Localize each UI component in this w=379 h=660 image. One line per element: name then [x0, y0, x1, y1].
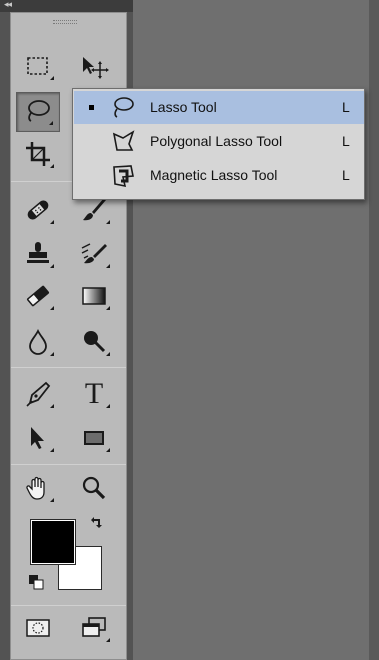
flyout-item-lasso[interactable]: Lasso Tool L	[74, 91, 364, 124]
hand-tool[interactable]	[16, 468, 60, 508]
selected-bullet-icon	[89, 105, 94, 110]
flyout-item-shortcut: L	[342, 133, 350, 149]
flyout-item-polygonal-lasso[interactable]: Polygonal Lasso Tool L	[74, 125, 364, 158]
flyout-item-magnetic-lasso[interactable]: Magnetic Lasso Tool L	[74, 159, 364, 192]
quick-mask-tool[interactable]	[16, 608, 60, 648]
zoom-icon	[82, 476, 106, 500]
panel-grip[interactable]	[53, 20, 77, 24]
type-tool[interactable]: T	[72, 374, 116, 414]
move-icon	[83, 57, 109, 79]
lasso-icon	[114, 97, 134, 118]
separator	[11, 464, 126, 465]
separator	[11, 605, 126, 606]
lasso-tool[interactable]	[16, 92, 60, 132]
blur-tool[interactable]	[16, 322, 60, 362]
zoom-tool[interactable]	[72, 468, 116, 508]
type-icon: T	[84, 377, 104, 410]
default-colors-icon[interactable]	[28, 574, 44, 590]
flyout-item-label: Magnetic Lasso Tool	[150, 167, 278, 183]
swap-colors-icon[interactable]	[88, 514, 106, 532]
rectangle-tool[interactable]	[72, 418, 116, 458]
separator	[11, 367, 126, 368]
polygonal-lasso-icon	[112, 130, 135, 151]
dodge-tool[interactable]	[72, 322, 116, 362]
panel-header[interactable]: ◂◂	[0, 0, 133, 12]
foreground-color-swatch[interactable]	[30, 519, 76, 565]
eraser-tool[interactable]	[16, 276, 60, 316]
collapse-arrows-icon[interactable]: ◂◂	[4, 0, 12, 10]
screen-mode-tool[interactable]	[72, 608, 116, 648]
lasso-tools-flyout: Lasso Tool L Polygonal Lasso Tool L Magn…	[72, 88, 365, 200]
flyout-item-shortcut: L	[342, 167, 350, 183]
gradient-tool[interactable]	[72, 276, 116, 316]
spot-healing-tool[interactable]	[16, 190, 60, 230]
flyout-item-label: Polygonal Lasso Tool	[150, 133, 283, 149]
flyout-item-label: Lasso Tool	[150, 99, 217, 115]
path-selection-tool[interactable]	[16, 418, 60, 458]
magnetic-lasso-icon	[113, 165, 134, 188]
right-panel-edge	[369, 0, 379, 660]
history-brush-tool[interactable]	[72, 234, 116, 274]
crop-tool[interactable]	[16, 134, 60, 174]
pen-tool[interactable]	[16, 374, 60, 414]
move-tool[interactable]	[72, 46, 116, 86]
quick-mask-icon	[26, 619, 50, 637]
flyout-item-shortcut: L	[342, 99, 350, 115]
rect-marquee-tool[interactable]	[16, 46, 60, 86]
clone-stamp-tool[interactable]	[16, 234, 60, 274]
